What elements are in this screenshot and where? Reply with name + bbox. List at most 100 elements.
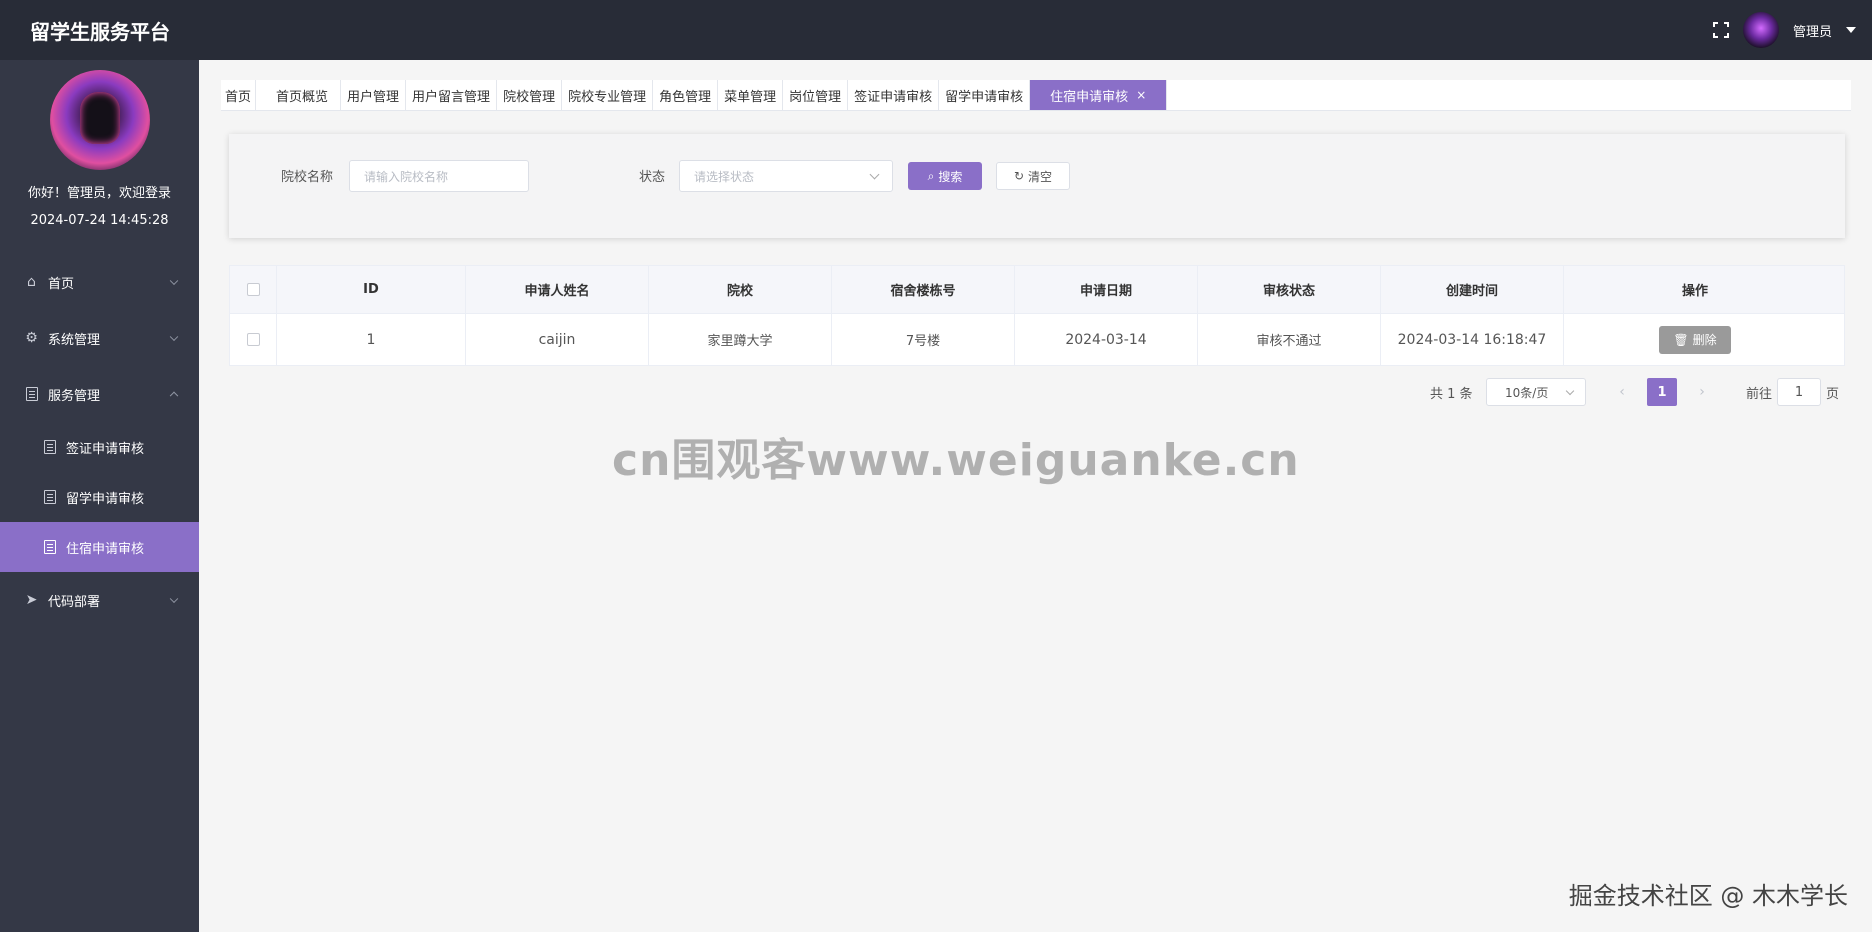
search-icon: ⌕ xyxy=(927,168,935,183)
school-name-placeholder: 请输入院校名称 xyxy=(364,169,449,184)
delete-button[interactable]: 🗑 删除 xyxy=(1659,325,1731,354)
tab-label: 留学申请审核 xyxy=(945,89,1024,105)
goto-label: 前往 xyxy=(1746,386,1773,402)
chevron-down-icon xyxy=(869,169,880,180)
refresh-icon: ↻ xyxy=(1013,169,1025,183)
delete-button-label: 删除 xyxy=(1692,333,1717,347)
page-unit-label: 页 xyxy=(1826,386,1840,402)
tab-majors[interactable]: 院校专业管理 xyxy=(562,80,654,110)
tab-user-messages[interactable]: 用户留言管理 xyxy=(406,80,498,110)
sidebar-item-system[interactable]: ⚙ 系统管理 xyxy=(0,310,199,366)
column-header: 操作 xyxy=(1681,284,1708,299)
sidebar-subitem-visa[interactable]: 签证申请审核 xyxy=(0,422,199,472)
tab-label: 首页 xyxy=(225,89,252,105)
trash-icon: 🗑 xyxy=(1673,332,1689,347)
search-panel: 院校名称 请输入院校名称 状态 请选择状态 ⌕ 搜索 ↻ 清空 xyxy=(229,134,1845,238)
chevron-down-icon xyxy=(169,276,179,286)
sidebar-item-service[interactable]: 服务管理 xyxy=(0,366,199,422)
sidebar-item-label: 服务管理 xyxy=(48,388,101,404)
top-header: 留学生服务平台 管理员 xyxy=(0,0,1872,60)
sidebar-item-label: 首页 xyxy=(48,276,75,292)
cell-building: 7号楼 xyxy=(832,314,1015,365)
select-all-checkbox[interactable] xyxy=(246,283,260,296)
chevron-down-icon xyxy=(169,594,179,604)
tab-study-review[interactable]: 留学申请审核 xyxy=(939,80,1031,110)
page-size-select[interactable]: 10条/页 xyxy=(1486,378,1586,406)
clear-button[interactable]: ↻ 清空 xyxy=(996,162,1070,190)
cell-status: 审核不通过 xyxy=(1198,314,1381,365)
column-header: 创建时间 xyxy=(1381,266,1564,313)
close-icon[interactable]: × xyxy=(1136,88,1146,102)
chevron-down-icon[interactable] xyxy=(1846,27,1856,33)
avatar[interactable] xyxy=(1742,12,1779,48)
tab-roles[interactable]: 角色管理 xyxy=(653,80,719,110)
tab-home[interactable]: 首页 xyxy=(221,80,257,110)
page-number-current[interactable]: 1 xyxy=(1647,378,1677,406)
column-header: 院校 xyxy=(649,266,832,313)
data-table: ID 申请人姓名 院校 宿舍楼栋号 申请日期 审核状态 创建时间 操作 1 ca… xyxy=(229,265,1845,366)
tab-visa-review[interactable]: 签证申请审核 xyxy=(848,80,940,110)
select-all-cell xyxy=(230,266,277,313)
sidebar-menu: ⌂ 首页 ⚙ 系统管理 服务管理 签证申请审核 留学申请审核 住宿申请审核 ➤ xyxy=(0,254,199,628)
tab-bar: 首页 首页概览 用户管理 用户留言管理 院校管理 院校专业管理 角色管理 菜单管… xyxy=(221,80,1851,111)
page-size-value: 10条/页 xyxy=(1505,385,1549,400)
gear-icon: ⚙ xyxy=(25,329,38,346)
row-checkbox[interactable] xyxy=(246,333,260,346)
search-button[interactable]: ⌕ 搜索 xyxy=(908,162,982,190)
column-header: 审核状态 xyxy=(1198,266,1381,313)
profile-avatar xyxy=(49,70,150,170)
school-name-input[interactable]: 请输入院校名称 xyxy=(349,160,529,192)
pagination-total: 共 1 条 xyxy=(1430,386,1473,402)
document-icon xyxy=(44,540,56,554)
sidebar-item-deploy[interactable]: ➤ 代码部署 xyxy=(0,572,199,628)
cell-id: 1 xyxy=(277,314,466,365)
cell-apply-date: 2024-03-14 xyxy=(1015,314,1198,365)
tab-label: 菜单管理 xyxy=(724,89,777,105)
chevron-down-icon xyxy=(1565,386,1575,396)
sidebar-item-label: 代码部署 xyxy=(48,594,101,610)
tab-label: 院校管理 xyxy=(503,89,556,105)
next-page-icon[interactable]: › xyxy=(1688,378,1716,406)
tab-menus[interactable]: 菜单管理 xyxy=(718,80,784,110)
tab-schools[interactable]: 院校管理 xyxy=(497,80,563,110)
tab-label: 岗位管理 xyxy=(789,89,842,105)
tab-positions[interactable]: 岗位管理 xyxy=(783,80,849,110)
school-name-label: 院校名称 xyxy=(281,170,334,185)
credit-text: 掘金技术社区 @ 木木学长 xyxy=(1568,882,1848,910)
watermark-text: cn围观客www.weiguanke.cn xyxy=(612,435,1300,486)
sidebar-subitem-study[interactable]: 留学申请审核 xyxy=(0,472,199,522)
sidebar-item-label: 住宿申请审核 xyxy=(66,541,145,557)
tab-label: 角色管理 xyxy=(659,89,712,105)
column-header: 申请日期 xyxy=(1015,266,1198,313)
tab-label: 用户管理 xyxy=(347,89,400,105)
greeting-text: 你好！管理员，欢迎登录 xyxy=(27,186,171,201)
cell-created: 2024-03-14 16:18:47 xyxy=(1381,314,1564,365)
tab-housing-review[interactable]: 住宿申请审核 × xyxy=(1030,80,1168,110)
sidebar-item-home[interactable]: ⌂ 首页 xyxy=(0,254,199,310)
status-label: 状态 xyxy=(639,170,666,185)
clear-button-label: 清空 xyxy=(1028,169,1053,184)
cell-actions: 🗑 删除 xyxy=(1564,314,1826,365)
tab-overview[interactable]: 首页概览 xyxy=(256,80,342,110)
prev-page-icon[interactable]: ‹ xyxy=(1608,378,1636,406)
app-title: 留学生服务平台 xyxy=(30,19,170,44)
sidebar-item-label: 留学申请审核 xyxy=(66,491,145,507)
sidebar-item-label: 签证申请审核 xyxy=(66,441,145,457)
user-name[interactable]: 管理员 xyxy=(1793,21,1832,40)
document-icon xyxy=(44,490,56,504)
sidebar-subitem-housing[interactable]: 住宿申请审核 xyxy=(0,522,199,572)
tab-users[interactable]: 用户管理 xyxy=(341,80,407,110)
status-select[interactable]: 请选择状态 xyxy=(679,160,893,192)
tab-label: 用户留言管理 xyxy=(412,89,491,105)
login-datetime: 2024-07-24 14:45:28 xyxy=(30,213,169,228)
tab-label: 院校专业管理 xyxy=(568,89,647,105)
chevron-down-icon xyxy=(169,332,179,342)
column-header: 宿舍楼栋号 xyxy=(832,266,1015,313)
cell-school: 家里蹲大学 xyxy=(649,314,832,365)
table-row: 1 caijin 家里蹲大学 7号楼 2024-03-14 审核不通过 2024… xyxy=(230,313,1844,365)
tab-label: 住宿申请审核 xyxy=(1050,89,1129,105)
goto-page-input[interactable]: 1 xyxy=(1777,378,1821,406)
document-icon xyxy=(24,386,39,402)
fullscreen-icon[interactable] xyxy=(1712,22,1729,38)
document-icon xyxy=(44,440,56,454)
